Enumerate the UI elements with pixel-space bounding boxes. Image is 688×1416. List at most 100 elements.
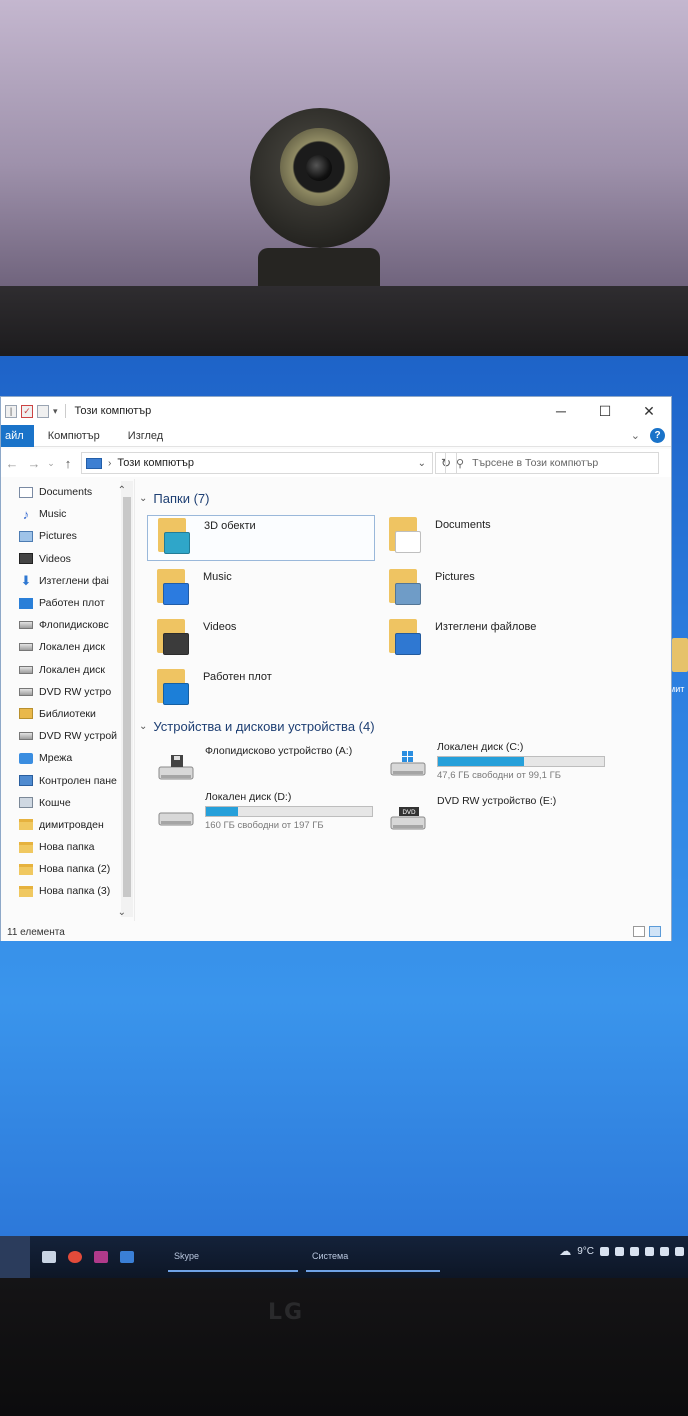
explorer-taskbar-icon[interactable] <box>120 1251 134 1263</box>
local-disk-icon <box>157 799 195 829</box>
nav-item[interactable]: Контролен пане <box>1 769 134 791</box>
folder-tile[interactable]: Pictures <box>379 567 607 613</box>
view-buttons <box>633 926 661 937</box>
folder-tile[interactable]: Videos <box>147 617 375 663</box>
folder-tile[interactable]: Изтеглени файлове <box>379 617 607 663</box>
drive-free-space: 160 ГБ свободни от 197 ГБ <box>205 820 324 831</box>
folder-overlay-shape <box>164 532 190 554</box>
nav-item[interactable]: Мрежа <box>1 747 134 769</box>
nav-scrollbar[interactable] <box>121 481 133 917</box>
scroll-down-icon[interactable]: ⌄ <box>118 907 126 918</box>
nav-item[interactable]: Библиотеки <box>1 703 134 725</box>
media-icon[interactable] <box>94 1251 108 1263</box>
nav-item[interactable]: Videos <box>1 548 134 570</box>
drive-tile[interactable]: Локален диск (D:) 160 ГБ свободни от 197 … <box>147 791 377 837</box>
documents-icon <box>19 486 33 498</box>
properties-icon[interactable]: ✓ <box>21 404 33 418</box>
window-title: Този компютър <box>74 405 152 417</box>
taskbar-task-skype[interactable]: Skype <box>168 1242 298 1272</box>
tray-icon[interactable] <box>615 1246 624 1256</box>
nav-item[interactable]: DVD RW устро <box>1 681 134 703</box>
nav-item[interactable]: Pictures <box>1 525 134 547</box>
folders-header-label: Папки (7) <box>153 491 210 506</box>
close-button[interactable]: ✕ <box>627 397 671 425</box>
scroll-up-icon[interactable]: ⌃ <box>118 485 126 496</box>
details-view-icon[interactable] <box>633 926 645 937</box>
recent-dropdown-icon[interactable]: ⌄ <box>45 458 57 469</box>
search-placeholder: Търсене в Този компютър <box>472 457 599 469</box>
tab-file[interactable]: айл <box>1 424 34 447</box>
nav-list: Documents ♪ Music Pictures Videos ⬇ Изтеглени … <box>1 479 134 903</box>
folder-tile[interactable]: 3D обекти <box>147 515 375 561</box>
minimize-button[interactable]: ─ <box>539 397 583 425</box>
qa-dropdown-icon[interactable]: ▾ <box>53 406 58 417</box>
nav-item-label: Локален диск <box>39 663 105 676</box>
nav-item[interactable]: ♪ Music <box>1 503 134 525</box>
weather-icon[interactable]: ☁ <box>559 1244 571 1258</box>
tab-view[interactable]: Изглед <box>114 425 177 447</box>
tray-icon[interactable] <box>675 1246 684 1256</box>
tab-computer[interactable]: Компютър <box>34 425 114 447</box>
forward-arrow-icon[interactable]: → <box>23 456 45 471</box>
nav-item[interactable]: Нова папка (3) <box>1 880 134 902</box>
start-button[interactable] <box>0 1236 30 1278</box>
folder-tile[interactable]: Music <box>147 567 375 613</box>
breadcrumb-chevron-icon[interactable]: › <box>108 458 111 469</box>
collapse-chevron-icon[interactable]: ⌄ <box>139 493 147 504</box>
folder-overlay-shape <box>163 583 189 605</box>
nav-item[interactable]: Documents <box>1 481 134 503</box>
collapse-chevron-icon[interactable]: ⌄ <box>139 721 147 732</box>
help-icon[interactable]: ? <box>650 428 665 443</box>
drive-tile[interactable]: DVD DVD RW устройство (E:) <box>379 795 609 841</box>
task-view-icon[interactable] <box>42 1251 56 1263</box>
address-box[interactable]: › Този компютър ⌄ <box>81 452 433 474</box>
nav-item[interactable]: Локален диск <box>1 636 134 658</box>
devices-group-header[interactable]: ⌄ Устройства и дискови устройства (4) <box>139 719 375 734</box>
drive-usage-fill <box>438 757 525 766</box>
tray-icon[interactable] <box>600 1246 609 1256</box>
nav-item[interactable]: DVD RW устрой <box>1 725 134 747</box>
chrome-icon[interactable] <box>68 1251 82 1263</box>
new-folder-icon[interactable] <box>37 404 49 418</box>
nav-item[interactable]: Работен плот <box>1 592 134 614</box>
temperature[interactable]: 9°C <box>577 1246 594 1257</box>
maximize-button[interactable]: ☐ <box>583 397 627 425</box>
drive-tile[interactable]: Флопидисково устройство (A:) <box>147 745 377 791</box>
desktop-folder-icon[interactable] <box>672 638 688 672</box>
folder-tile[interactable]: Documents <box>379 515 607 561</box>
taskbar-task-system[interactable]: Система <box>306 1242 440 1272</box>
tray-icon[interactable] <box>645 1246 654 1256</box>
back-arrow-icon[interactable]: ← <box>1 456 23 471</box>
nav-item-label: Библиотеки <box>39 707 96 720</box>
folder-tile[interactable]: Работен плот <box>147 667 375 713</box>
nav-item-label: Music <box>39 508 67 521</box>
folder-icon <box>19 863 33 875</box>
breadcrumb-this-pc[interactable]: Този компютър <box>117 457 194 469</box>
folder-overlay-shape <box>395 583 421 605</box>
search-input[interactable]: ⚲ Търсене в Този компютър <box>445 452 659 474</box>
nav-item[interactable]: Флопидисковс <box>1 614 134 636</box>
tray-icon[interactable] <box>630 1246 639 1256</box>
nav-item[interactable]: Кошче <box>1 792 134 814</box>
tray-icon[interactable] <box>660 1246 669 1256</box>
folder-label: Videos <box>203 621 237 633</box>
large-icons-view-icon[interactable] <box>649 926 661 937</box>
ribbon-expand-icon[interactable]: ⌄ <box>631 429 640 442</box>
drive-tile[interactable]: Локален диск (C:) 47,6 ГБ свободни от 99,… <box>379 741 609 787</box>
folders-group-header[interactable]: ⌄ Папки (7) <box>139 491 209 506</box>
nav-item[interactable]: ⬇ Изтеглени фаі <box>1 570 134 592</box>
nav-item[interactable]: Нова папка <box>1 836 134 858</box>
pictures-icon <box>19 530 33 542</box>
drive-usage-fill <box>206 807 238 816</box>
search-icon: ⚲ <box>456 457 465 470</box>
nav-item[interactable]: Локален диск <box>1 659 134 681</box>
up-arrow-icon[interactable]: ↑ <box>57 456 79 471</box>
address-dropdown-icon[interactable]: ⌄ <box>418 458 426 469</box>
downloads-icon: ⬇ <box>20 573 32 589</box>
nav-item-label: Нова папка (3) <box>39 885 111 898</box>
navigation-pane: ⌃ ⌄ Documents ♪ Music Pictures Videos ⬇ Изтегл… <box>1 479 135 921</box>
nav-item[interactable]: димитровден <box>1 814 134 836</box>
nav-item[interactable]: Нова папка (2) <box>1 858 134 880</box>
folder-overlay-shape <box>163 633 189 655</box>
nav-scroll-thumb[interactable] <box>123 497 131 897</box>
